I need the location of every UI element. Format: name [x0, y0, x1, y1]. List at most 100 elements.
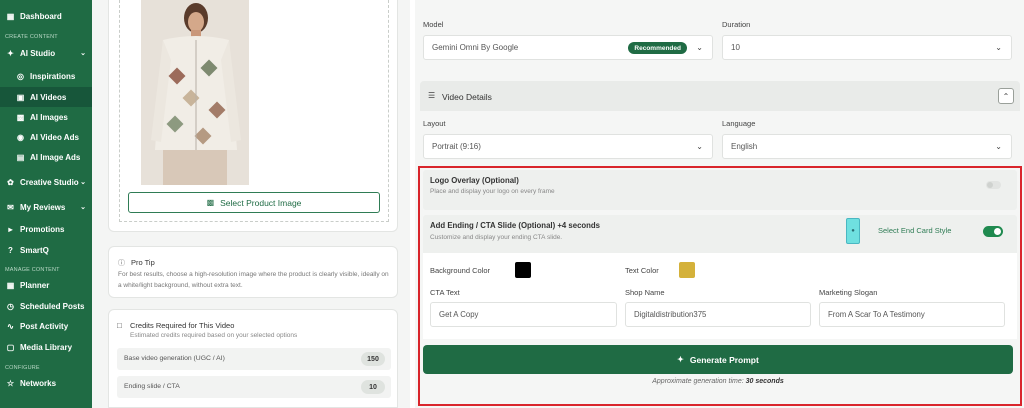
credits-card: □ Credits Required for This Video Estima… [108, 309, 398, 408]
chevron-down-icon: ⌄ [696, 43, 703, 52]
star-icon: ☆ [6, 378, 15, 388]
info-icon: ⓘ [118, 260, 125, 267]
sidebar-item-label: AI Images [30, 112, 68, 122]
sidebar-item-label: Networks [20, 378, 57, 388]
highlight-box [418, 166, 1022, 406]
sidebar-item-label: Planner [20, 280, 50, 290]
select-product-image-button[interactable]: ▩ Select Product Image [128, 192, 380, 213]
sidebar-item-ai-image-ads[interactable]: ▤ AI Image Ads [0, 147, 92, 167]
question-icon: ? [8, 245, 13, 255]
sidebar-section-configure: CONFIGURE [5, 365, 40, 371]
chat-icon: ✉ [7, 202, 14, 212]
sidebar-item-label: Post Activity [20, 321, 69, 331]
collapse-button[interactable]: ⌃ [998, 88, 1014, 104]
sidebar-item-ai-video-ads[interactable]: ◉ AI Video Ads [0, 127, 92, 147]
select-product-image-label: Select Product Image [220, 197, 302, 208]
credit-row: Base video generation (UGC / AI) 150 [117, 348, 391, 370]
grid-icon: ▦ [6, 11, 15, 21]
sidebar-item-ai-studio[interactable]: ✦ AI Studio ⌄ [0, 43, 92, 63]
credit-row-value: 10 [361, 380, 385, 394]
chevron-down-icon: ⌄ [80, 50, 86, 57]
layout-label: Layout [423, 119, 446, 128]
sidebar-item-networks[interactable]: ☆ Networks [0, 373, 92, 393]
chevron-down-icon: ⌄ [995, 142, 1002, 151]
calendar-icon: ▦ [6, 280, 15, 290]
palette-icon: ✿ [7, 177, 14, 187]
sidebar-item-label: AI Video Ads [30, 132, 79, 142]
megaphone-icon: ▸ [8, 224, 13, 234]
model-value: Gemini Omni By Google [432, 43, 519, 52]
sidebar-item-label: AI Studio [20, 48, 56, 58]
credit-row: Ending slide / CTA 10 [117, 376, 391, 398]
credits-subtitle: Estimated credits required based on your… [130, 332, 298, 339]
sidebar-item-label: Scheduled Posts [20, 301, 85, 311]
credits-title: Credits Required for This Video [130, 321, 235, 330]
sidebar-item-label: Creative Studio [20, 177, 79, 187]
credit-row-label: Base video generation (UGC / AI) [124, 355, 225, 362]
sidebar-item-label: SmartQ [20, 245, 49, 255]
sidebar-item-dashboard[interactable]: ▦ Dashboard [0, 6, 92, 26]
credit-row-value: 150 [361, 352, 385, 366]
chevron-up-icon: ⌃ [1002, 91, 1010, 101]
sidebar-item-promotions[interactable]: ▸ Promotions [0, 219, 92, 239]
image-ad-icon: ▤ [16, 152, 25, 162]
sidebar-item-label: Media Library [20, 342, 73, 352]
clock-icon: ◷ [7, 301, 14, 311]
app-root: ▦ Dashboard CREATE CONTENT ✦ AI Studio ⌄… [0, 0, 1024, 408]
sidebar-section-create: CREATE CONTENT [5, 34, 58, 40]
sidebar-item-my-reviews[interactable]: ✉ My Reviews ⌄ [0, 197, 92, 217]
activity-icon: ∿ [7, 321, 14, 331]
layout-value: Portrait (9:16) [432, 142, 481, 151]
chevron-down-icon: ⌄ [995, 43, 1002, 52]
sidebar-item-post-activity[interactable]: ∿ Post Activity [0, 316, 92, 336]
pro-tip-card: ⓘ Pro Tip For best results, choose a hig… [108, 246, 398, 298]
sidebar-item-smartq[interactable]: ? SmartQ [0, 240, 92, 260]
sidebar-item-label: My Reviews [20, 202, 66, 212]
sidebar-item-creative-studio[interactable]: ✿ Creative Studio ⌄ [0, 172, 92, 192]
image-icon: ▩ [16, 112, 25, 122]
pro-tip-text: For best results, choose a high-resoluti… [118, 271, 389, 289]
chevron-down-icon: ⌄ [80, 179, 86, 186]
product-photo [141, 0, 249, 185]
sliders-icon: ☰ [428, 91, 436, 100]
film-icon: ▣ [16, 92, 25, 102]
sidebar-item-label: Inspirations [30, 71, 76, 81]
product-image-card: ▩ Select Product Image [108, 0, 398, 232]
pro-tip-title: Pro Tip [131, 258, 155, 267]
folder-icon: ▢ [6, 342, 15, 352]
sidebar-section-manage: MANAGE CONTENT [5, 267, 60, 273]
duration-select[interactable]: 10 ⌄ [722, 35, 1012, 60]
sparkle-icon: ✦ [7, 48, 14, 58]
model-select[interactable]: Gemini Omni By Google Recommended ⌄ [423, 35, 713, 60]
product-photo-illustration [141, 0, 249, 185]
sidebar-item-media-library[interactable]: ▢ Media Library [0, 337, 92, 357]
chevron-down-icon: ⌄ [80, 204, 86, 211]
recommended-badge: Recommended [628, 42, 687, 54]
sidebar-item-inspirations[interactable]: ◎ Inspirations [0, 66, 92, 86]
language-label: Language [722, 119, 756, 128]
sidebar-item-label: AI Image Ads [30, 152, 81, 162]
model-label: Model [423, 20, 444, 29]
video-ad-icon: ◉ [17, 132, 24, 142]
sidebar-item-ai-images[interactable]: ▩ AI Images [0, 107, 92, 127]
sidebar-item-label: AI Videos [30, 92, 67, 102]
sidebar-item-scheduled-posts[interactable]: ◷ Scheduled Posts [0, 296, 92, 316]
sidebar-item-planner[interactable]: ▦ Planner [0, 275, 92, 295]
sidebar-item-label: Dashboard [20, 11, 62, 21]
video-details-title: Video Details [442, 92, 492, 102]
chevron-down-icon: ⌄ [696, 142, 703, 151]
language-select[interactable]: English ⌄ [722, 134, 1012, 159]
language-value: English [731, 142, 758, 151]
sidebar-item-label: Promotions [20, 224, 65, 234]
layout-select[interactable]: Portrait (9:16) ⌄ [423, 134, 713, 159]
sidebar: ▦ Dashboard CREATE CONTENT ✦ AI Studio ⌄… [0, 0, 92, 408]
image-dropzone[interactable]: ▩ Select Product Image [119, 0, 389, 222]
image-icon: ▩ [206, 198, 215, 207]
calendar-icon: □ [117, 321, 122, 330]
sidebar-item-ai-videos[interactable]: ▣ AI Videos [0, 87, 92, 107]
globe-icon: ◎ [17, 71, 24, 81]
product-column: ▩ Select Product Image ⓘ Pro Tip For bes… [92, 0, 410, 408]
duration-label: Duration [722, 20, 751, 29]
video-details-header[interactable]: ☰ Video Details ⌃ [420, 81, 1020, 111]
credit-row-label: Ending slide / CTA [124, 383, 180, 390]
